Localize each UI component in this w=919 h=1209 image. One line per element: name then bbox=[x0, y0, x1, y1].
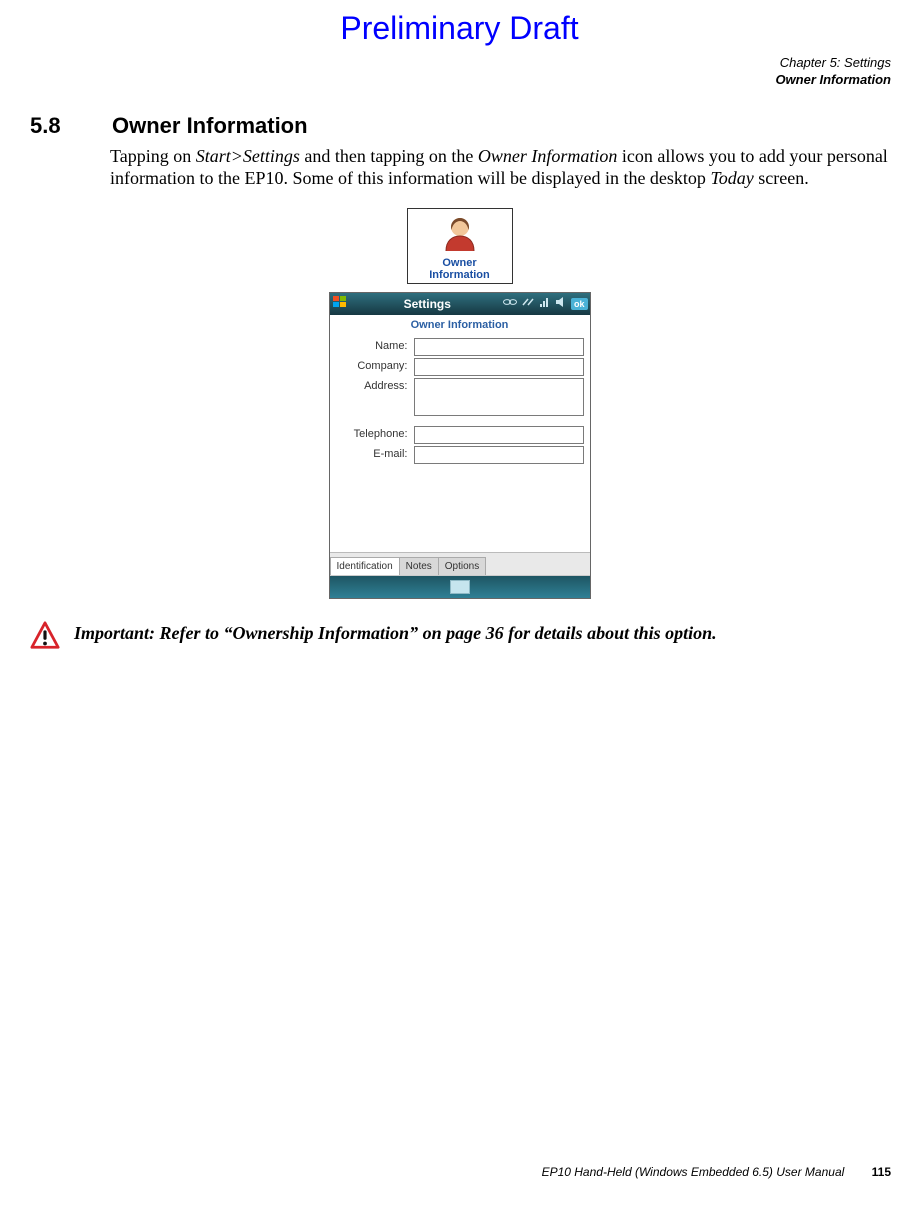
device-title: Settings bbox=[352, 297, 503, 311]
section-title: Owner Information bbox=[112, 113, 308, 138]
label-name: Name: bbox=[336, 338, 414, 352]
p-t4: screen. bbox=[754, 168, 809, 188]
chapter-subline: Owner Information bbox=[0, 72, 891, 89]
chapter-line: Chapter 5: Settings bbox=[0, 55, 891, 72]
footer-page-number: 115 bbox=[848, 1165, 891, 1179]
section-number: 5.8 bbox=[30, 113, 112, 139]
telephone-input[interactable] bbox=[414, 426, 584, 444]
label-email: E-mail: bbox=[336, 446, 414, 460]
tab-options[interactable]: Options bbox=[438, 557, 486, 575]
p-i2: Owner Information bbox=[478, 146, 618, 166]
p-t2: and then tapping on the bbox=[300, 146, 478, 166]
keyboard-icon[interactable] bbox=[450, 580, 470, 594]
status-icons: ok bbox=[503, 296, 588, 311]
label-address: Address: bbox=[336, 378, 414, 392]
p-i3: Today bbox=[710, 168, 753, 188]
owner-icon-label-l1: Owner bbox=[442, 257, 476, 269]
tab-notes[interactable]: Notes bbox=[399, 557, 439, 575]
warning-icon bbox=[30, 621, 60, 656]
device-titlebar: Settings ok bbox=[330, 293, 590, 315]
tabs-bar: Identification Notes Options bbox=[330, 552, 590, 575]
important-body: Refer to “Ownership Information” on page… bbox=[160, 623, 717, 643]
important-note: Important: Refer to “Ownership Informati… bbox=[0, 599, 919, 656]
section-heading: 5.8Owner Information bbox=[0, 89, 919, 139]
figure-group: Owner Information Settings bbox=[0, 190, 919, 599]
start-flag-icon bbox=[332, 294, 348, 313]
connection-icon bbox=[521, 296, 535, 311]
name-input[interactable] bbox=[414, 338, 584, 356]
sync-icon bbox=[503, 296, 517, 311]
owner-avatar-icon bbox=[439, 213, 481, 255]
p-t1: Tapping on bbox=[110, 146, 196, 166]
signal-icon bbox=[539, 296, 551, 311]
body-paragraph: Tapping on Start>Settings and then tappi… bbox=[0, 139, 919, 190]
owner-information-icon-box: Owner Information bbox=[407, 208, 513, 284]
device-bottombar bbox=[330, 576, 590, 598]
owner-icon-label: Owner Information bbox=[416, 255, 504, 281]
important-prefix: Important: bbox=[74, 623, 160, 643]
label-telephone: Telephone: bbox=[336, 426, 414, 440]
footer-manual: EP10 Hand-Held (Windows Embedded 6.5) Us… bbox=[542, 1165, 845, 1179]
chapter-header: Chapter 5: Settings Owner Information bbox=[0, 47, 919, 89]
label-company: Company: bbox=[336, 358, 414, 372]
address-input[interactable] bbox=[414, 378, 584, 416]
panel-title: Owner Information bbox=[330, 315, 590, 337]
p-i1: Start>Settings bbox=[196, 146, 300, 166]
tab-identification[interactable]: Identification bbox=[330, 557, 400, 575]
email-input[interactable] bbox=[414, 446, 584, 464]
preliminary-draft-banner: Preliminary Draft bbox=[0, 0, 919, 47]
ok-button[interactable]: ok bbox=[571, 298, 588, 310]
owner-icon-label-l2: Information bbox=[429, 269, 490, 281]
page-footer: EP10 Hand-Held (Windows Embedded 6.5) Us… bbox=[542, 1165, 891, 1179]
device-panel: Owner Information Name: Company: Address… bbox=[330, 315, 590, 576]
speaker-icon bbox=[555, 296, 567, 311]
important-text: Important: Refer to “Ownership Informati… bbox=[74, 621, 717, 644]
company-input[interactable] bbox=[414, 358, 584, 376]
device-screenshot: Settings ok Owner Information N bbox=[329, 292, 591, 599]
